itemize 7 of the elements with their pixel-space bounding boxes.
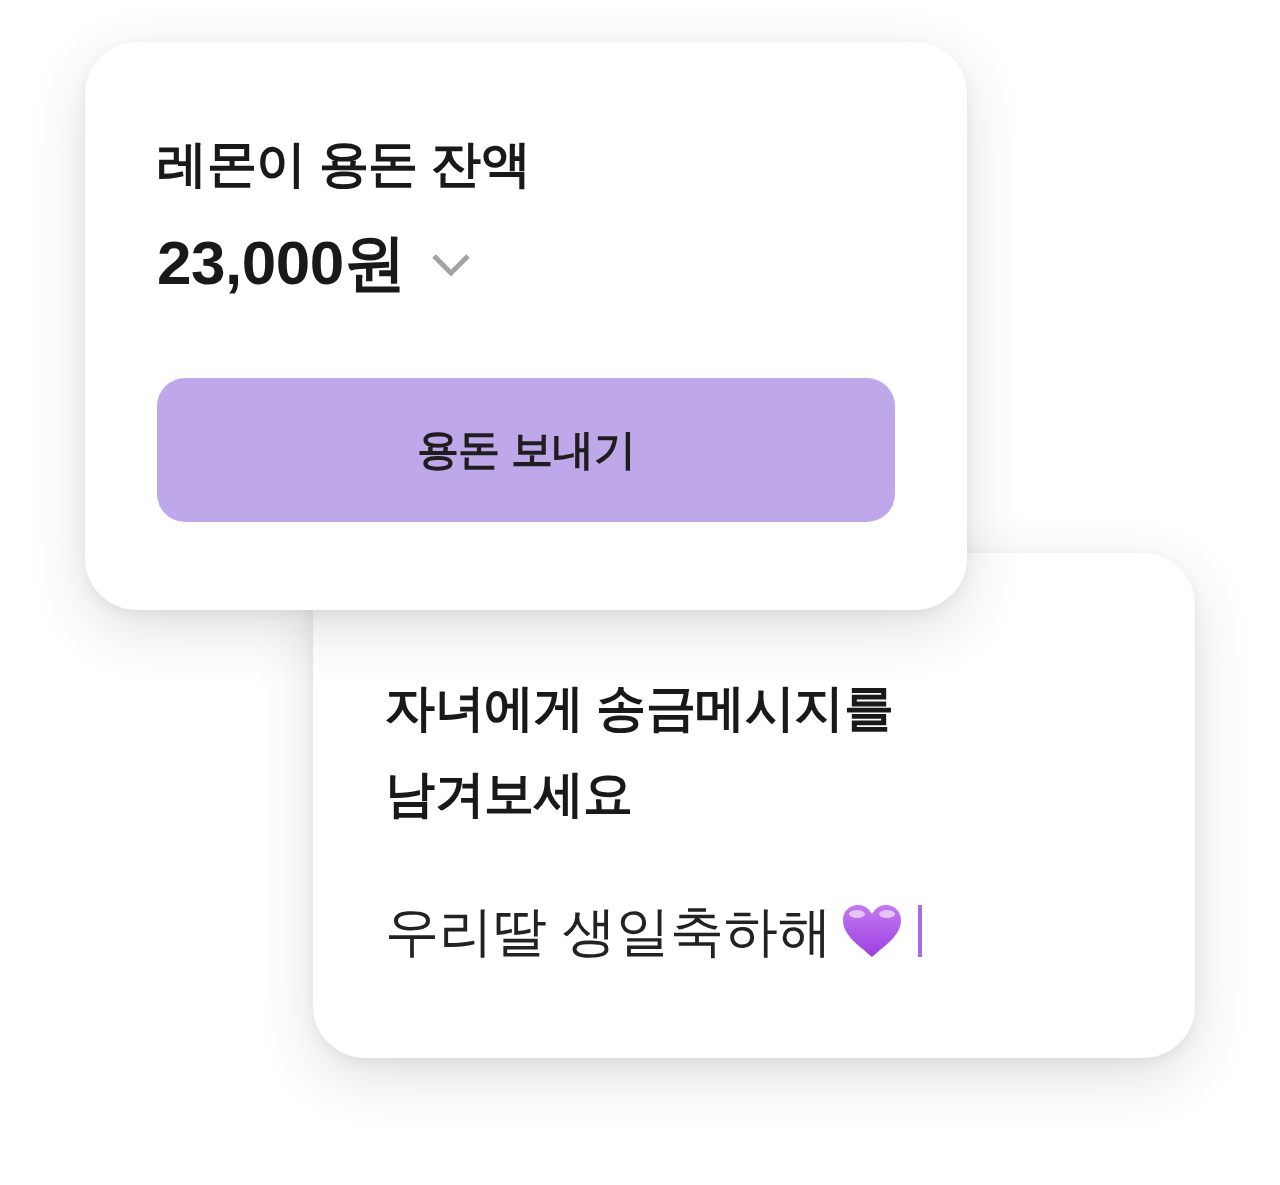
message-prompt: 자녀에게 송금메시지를 남겨보세요 [385,679,895,824]
chevron-down-icon[interactable] [431,252,472,278]
balance-title: 레몬이 용돈 잔액 [157,135,532,194]
message-field[interactable]: 우리딸 생일축하해 [385,899,1123,963]
send-allowance-button[interactable]: 용돈 보내기 [157,378,895,522]
balance-amount: 23,000원 [157,227,406,299]
heart-icon [842,904,902,958]
